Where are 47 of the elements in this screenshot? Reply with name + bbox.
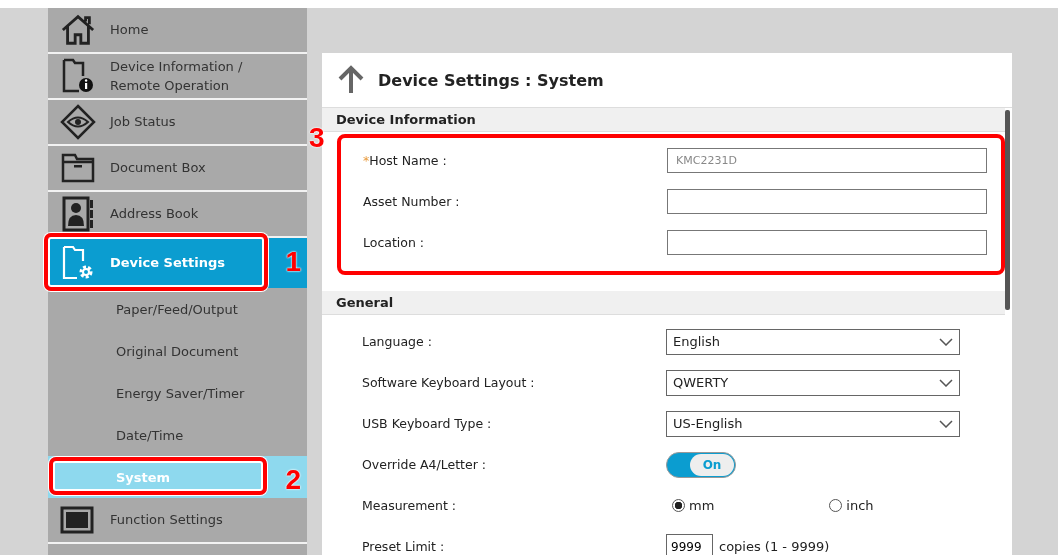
dropdown[interactable]: English (666, 328, 960, 355)
sidebar-item[interactable]: Document Box (48, 146, 307, 192)
sidebar-item[interactable]: Home (48, 8, 307, 54)
field-label: Measurement : (362, 498, 456, 513)
dropdown[interactable]: QWERTY (666, 369, 960, 396)
text-field[interactable] (667, 230, 987, 255)
text-field[interactable] (667, 189, 987, 214)
dropdown[interactable]: US-English (666, 410, 960, 437)
sidebar-subitem[interactable]: Paper/Feed/Output (48, 288, 307, 330)
radio-button[interactable] (672, 499, 685, 512)
chevron-down-icon (939, 337, 953, 346)
field-label: Host Name : (369, 153, 447, 168)
section-header: General (322, 291, 1005, 315)
up-arrow-icon[interactable] (336, 65, 366, 95)
field-label: Location : (363, 235, 425, 250)
sidebar-subitem[interactable]: Original Document (48, 330, 307, 372)
field-label: Language : (362, 334, 432, 349)
scrollbar[interactable] (1005, 110, 1010, 310)
chevron-down-icon (939, 419, 953, 428)
sidebar-item[interactable]: Function Settings (48, 498, 307, 544)
field-label: Asset Number : (363, 194, 460, 209)
folder-info-icon (60, 58, 96, 94)
sidebar-subitem[interactable]: Energy Saver/Timer (48, 372, 307, 414)
callout-number: 1 (285, 248, 301, 276)
folder-icon (60, 153, 96, 183)
radio-option[interactable]: mm (672, 498, 715, 513)
section-header: Device Information (322, 108, 1005, 132)
range-hint: copies (1 - 9999) (719, 539, 830, 554)
page-title: Device Settings : System (378, 70, 604, 90)
field-label: Preset Limit : (362, 539, 445, 554)
eye-icon (60, 104, 96, 140)
chevron-down-icon (939, 378, 953, 387)
callout-number: 2 (285, 466, 301, 494)
home-icon (60, 13, 96, 47)
sidebar-item[interactable]: Device Information / Remote Operation (48, 54, 307, 100)
sidebar-subitem[interactable]: Date/Time (48, 414, 307, 456)
monitor-icon (60, 505, 96, 535)
number-field[interactable]: 9999 (666, 533, 713, 555)
text-field[interactable]: KMC2231D (667, 148, 987, 173)
field-label: Override A4/Letter : (362, 457, 487, 472)
radio-option[interactable]: inch (829, 498, 874, 513)
callout-number: 3 (309, 124, 325, 152)
required-mark: * (363, 153, 370, 168)
sidebar-item[interactable]: Job Status (48, 100, 307, 146)
field-label: USB Keyboard Type : (362, 416, 492, 431)
field-label: Software Keyboard Layout : (362, 375, 535, 390)
address-book-icon (60, 196, 96, 232)
